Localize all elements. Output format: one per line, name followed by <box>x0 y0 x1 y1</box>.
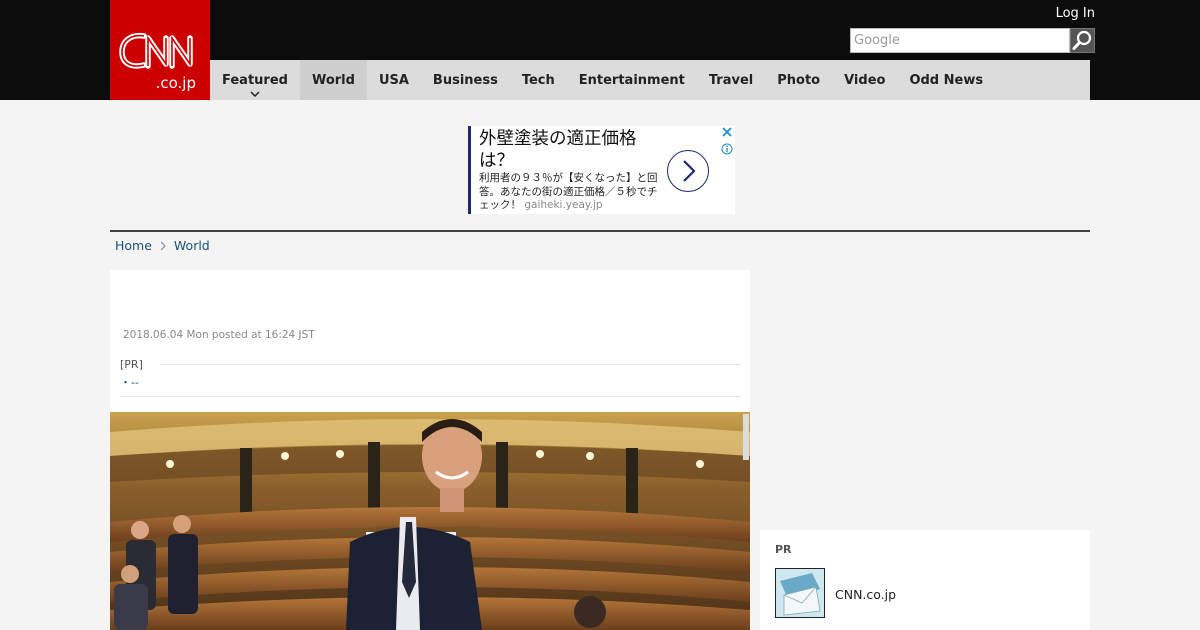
sidebar-pr-link[interactable]: CNN.co.jp <box>835 587 896 602</box>
pr-link[interactable]: ・-- <box>120 374 139 390</box>
nav-item-entertainment[interactable]: Entertainment <box>567 60 697 100</box>
ad-headline: 外壁塗装の適正価格は？ <box>479 129 637 171</box>
breadcrumb-world[interactable]: World <box>174 238 210 253</box>
ad-arrow-button[interactable] <box>667 150 709 192</box>
advertisement-banner[interactable]: 外壁塗装の適正価格は？ 利用者の９３％が【安くなった】と回答。あなたの街の適正価… <box>468 126 735 214</box>
nav-item-business[interactable]: Business <box>421 60 510 100</box>
breadcrumb-home[interactable]: Home <box>115 238 152 253</box>
chevron-down-icon <box>250 91 260 97</box>
article-photo-image <box>110 412 750 630</box>
sidebar-pr-label: PR <box>775 543 792 556</box>
article-card: 2018.06.04 Mon posted at 16:24 JST [PR] … <box>110 270 750 630</box>
envelope-icon <box>776 569 824 617</box>
nav-item-video[interactable]: Video <box>832 60 897 100</box>
article-date: 2018.06.04 Mon posted at 16:24 JST <box>123 329 315 341</box>
article-photo[interactable] <box>110 412 750 630</box>
sidebar-pr-box: PR CNN.co.jp <box>760 530 1090 630</box>
info-icon[interactable] <box>721 143 733 155</box>
sidebar-pr-thumbnail[interactable] <box>775 568 825 618</box>
search-button[interactable] <box>1070 28 1095 53</box>
ad-body: 利用者の９３％が【安くなった】と回答。あなたの街の適正価格／５秒でチェック！ g… <box>479 172 658 211</box>
login-link[interactable]: Log In <box>1056 6 1095 21</box>
site-logo[interactable]: .co.jp <box>110 0 210 100</box>
main-nav: Featured World USA Business Tech Enterta… <box>210 60 1090 100</box>
nav-item-photo[interactable]: Photo <box>765 60 832 100</box>
pr-rule-bottom <box>120 396 740 397</box>
breadcrumb: Home World <box>115 238 210 253</box>
svg-text:.co.jp: .co.jp <box>156 74 196 92</box>
photo-credit-strip <box>743 414 749 460</box>
ad-domain: gaiheki.yeay.jp <box>524 199 603 211</box>
search-icon <box>1072 30 1092 50</box>
nav-item-featured[interactable]: Featured <box>210 60 300 100</box>
nav-item-usa[interactable]: USA <box>367 60 421 100</box>
chevron-right-icon <box>160 241 166 250</box>
nav-item-travel[interactable]: Travel <box>697 60 765 100</box>
nav-item-tech[interactable]: Tech <box>510 60 567 100</box>
cnn-logo-icon: .co.jp <box>119 32 196 92</box>
search-input[interactable] <box>850 28 1070 53</box>
pr-rule <box>160 364 740 365</box>
nav-item-world[interactable]: World <box>299 60 367 100</box>
search-box <box>850 28 1095 53</box>
site-header: .co.jp Log In Featured World USA Busines… <box>0 0 1200 100</box>
section-divider <box>110 230 1090 232</box>
close-icon[interactable] <box>721 126 733 138</box>
nav-item-odd-news[interactable]: Odd News <box>897 60 995 100</box>
chevron-right-icon <box>683 160 696 182</box>
pr-label: [PR] <box>120 358 143 371</box>
